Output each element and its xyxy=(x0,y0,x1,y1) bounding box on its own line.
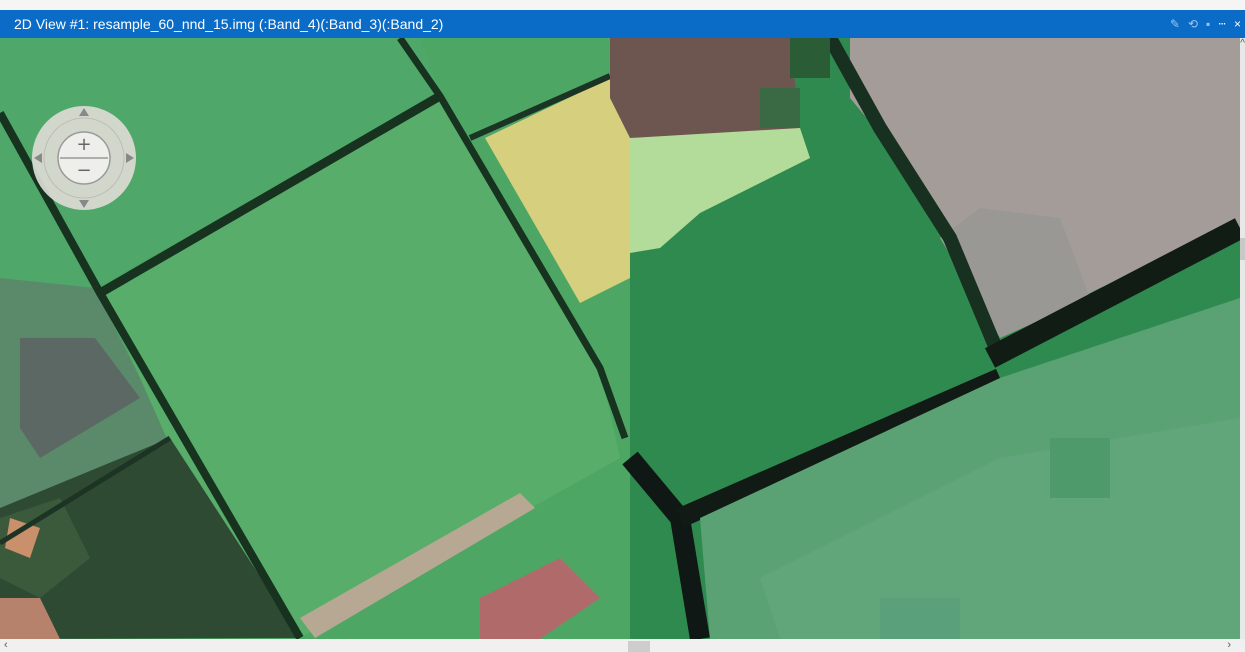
vertical-scroll-thumb[interactable] xyxy=(1240,238,1245,260)
view-title: 2D View #1: resample_60_nnd_15.img (:Ban… xyxy=(14,16,444,32)
zoom-out-icon[interactable]: − xyxy=(76,160,91,181)
title-bar-controls: ✎ ⟲ ▪ ⵈ × xyxy=(1170,10,1241,38)
map-viewport[interactable]: + − xyxy=(0,38,1240,639)
zoom-in-icon[interactable]: + xyxy=(76,134,91,155)
image-display xyxy=(0,38,1240,639)
vertical-scrollbar[interactable]: ^ xyxy=(1240,38,1245,639)
top-strip xyxy=(0,0,1245,10)
scroll-left-icon[interactable]: ‹ xyxy=(4,639,8,651)
navigation-control[interactable]: + − xyxy=(30,104,138,212)
scroll-up-icon[interactable]: ^ xyxy=(1240,38,1245,49)
pencil-icon[interactable]: ✎ xyxy=(1170,18,1180,30)
horizontal-scrollbar[interactable]: ‹ › xyxy=(0,639,1245,652)
scroll-right-icon[interactable]: › xyxy=(1227,639,1231,651)
close-icon[interactable]: × xyxy=(1234,18,1241,30)
view-title-bar: 2D View #1: resample_60_nnd_15.img (:Ban… xyxy=(0,10,1245,38)
horizontal-scroll-thumb[interactable] xyxy=(628,641,650,652)
pin-icon[interactable]: ⵈ xyxy=(1218,18,1226,30)
lock-icon[interactable]: ▪ xyxy=(1206,18,1210,30)
refresh-icon[interactable]: ⟲ xyxy=(1188,18,1198,30)
